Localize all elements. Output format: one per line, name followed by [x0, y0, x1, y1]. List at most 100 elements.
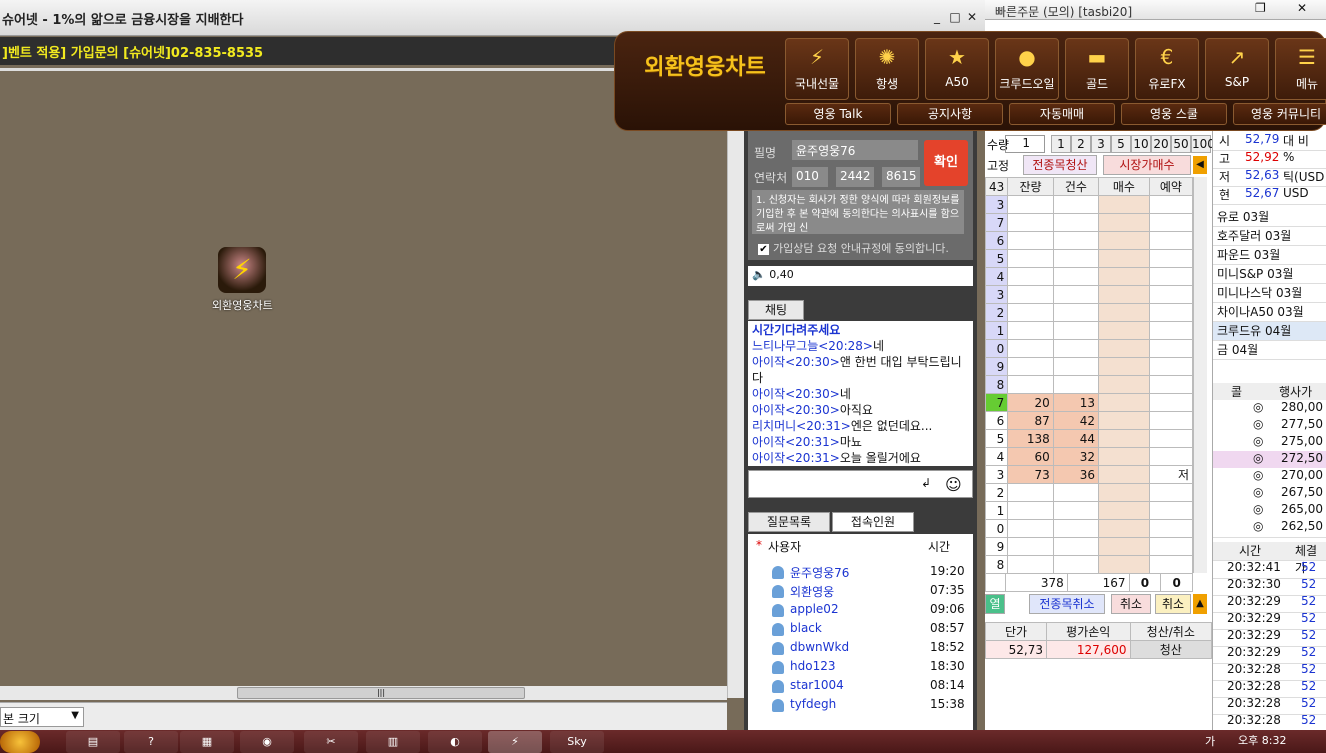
tab-users[interactable]: 접속인원	[832, 512, 914, 532]
phone-field-1[interactable]: 010	[792, 167, 828, 187]
help-icon[interactable]: ?	[124, 731, 178, 753]
explorer-icon[interactable]: ▤	[66, 731, 120, 753]
order-qty[interactable]: 138	[1007, 429, 1054, 448]
buy-cell[interactable]	[1097, 537, 1150, 556]
buy-cell[interactable]	[1097, 375, 1150, 394]
cancel-buy-button[interactable]: 취소	[1155, 594, 1191, 614]
qty-button[interactable]: 50	[1171, 135, 1191, 153]
buy-cell[interactable]	[1097, 501, 1150, 520]
qty-button[interactable]: 2	[1071, 135, 1091, 153]
buy-cell[interactable]	[1097, 285, 1150, 304]
order-qty[interactable]: 60	[1007, 447, 1054, 466]
order-qty[interactable]	[1007, 483, 1054, 502]
banner-button[interactable]: ☰ 메뉴	[1275, 38, 1326, 100]
reserve-cell[interactable]	[1148, 321, 1194, 340]
maximize-button[interactable]: □	[946, 8, 964, 26]
reserve-cell[interactable]	[1148, 267, 1194, 286]
order-qty[interactable]	[1007, 231, 1054, 250]
document-icon[interactable]: ▥	[366, 731, 420, 753]
option-row[interactable]: ◎ 262,50	[1213, 519, 1326, 538]
product-item[interactable]: 크루드유 04월	[1213, 322, 1326, 341]
app-folder-icon[interactable]: ▦	[180, 731, 234, 753]
order-qty[interactable]	[1007, 321, 1054, 340]
product-item[interactable]: 금 04월	[1213, 341, 1326, 360]
close-icon[interactable]: ✕	[1297, 1, 1307, 15]
order-qty[interactable]	[1007, 249, 1054, 268]
banner-button[interactable]: ★ A50	[925, 38, 989, 100]
qty-input[interactable]: 1	[1005, 135, 1045, 153]
close-button[interactable]: ✕	[963, 8, 981, 26]
order-scrollbar[interactable]	[1193, 177, 1207, 573]
reserve-cell[interactable]	[1148, 213, 1194, 232]
enter-icon[interactable]: ↲	[921, 476, 931, 490]
buy-cell[interactable]	[1097, 465, 1150, 484]
reserve-cell[interactable]	[1148, 483, 1194, 502]
desktop-shortcut[interactable]: ⚡ 외환영웅차트	[212, 247, 273, 319]
arrow-left-icon[interactable]: ◀	[1193, 156, 1207, 174]
banner-sub-button[interactable]: 자동매매	[1009, 103, 1115, 125]
buy-cell[interactable]	[1097, 339, 1150, 358]
buy-cell[interactable]	[1097, 195, 1150, 214]
order-qty[interactable]	[1007, 501, 1054, 520]
qty-button[interactable]: 3	[1091, 135, 1111, 153]
order-qty[interactable]: 20	[1007, 393, 1054, 412]
phone-field-3[interactable]: 8615	[882, 167, 920, 187]
buy-cell[interactable]	[1097, 411, 1150, 430]
tool-icon[interactable]: ✂	[304, 731, 358, 753]
banner-button[interactable]: ▬ 골드	[1065, 38, 1129, 100]
order-qty[interactable]	[1007, 375, 1054, 394]
order-qty[interactable]	[1007, 339, 1054, 358]
reserve-cell[interactable]	[1148, 393, 1194, 412]
buy-cell[interactable]	[1097, 321, 1150, 340]
zoom-select[interactable]: 본 크기 ▼	[0, 707, 84, 727]
user-row[interactable]: apple02 09:06	[748, 602, 973, 621]
reserve-cell[interactable]	[1148, 339, 1194, 358]
product-item[interactable]: 유로 03월	[1213, 208, 1326, 227]
product-item[interactable]: 차이나A50 03월	[1213, 303, 1326, 322]
banner-button[interactable]: ● 크루드오일	[995, 38, 1059, 100]
reserve-cell[interactable]	[1148, 519, 1194, 538]
buy-cell[interactable]	[1097, 231, 1150, 250]
reserve-cell[interactable]	[1148, 375, 1194, 394]
order-qty[interactable]: 73	[1007, 465, 1054, 484]
buy-cell[interactable]	[1097, 447, 1150, 466]
order-qty[interactable]	[1007, 267, 1054, 286]
reserve-cell[interactable]	[1148, 501, 1194, 520]
reserve-cell[interactable]	[1148, 411, 1194, 430]
product-item[interactable]: 미니나스닥 03월	[1213, 284, 1326, 303]
media-icon[interactable]: ◐	[428, 731, 482, 753]
reserve-cell[interactable]	[1148, 357, 1194, 376]
volume-bar[interactable]: 🔈 0,40	[748, 266, 973, 286]
order-qty[interactable]	[1007, 357, 1054, 376]
qty-button[interactable]: 20	[1151, 135, 1171, 153]
reserve-cell[interactable]	[1148, 537, 1194, 556]
reserve-cell[interactable]	[1148, 429, 1194, 448]
qty-button[interactable]: 100	[1191, 135, 1215, 153]
horizontal-scrollbar[interactable]: |||	[0, 686, 727, 700]
banner-button[interactable]: ✺ 항생	[855, 38, 919, 100]
buy-cell[interactable]	[1097, 555, 1150, 574]
reserve-cell[interactable]	[1148, 195, 1194, 214]
buy-cell[interactable]	[1097, 519, 1150, 538]
name-input[interactable]: 윤주영웅76	[792, 140, 918, 160]
user-row[interactable]: 윤주영웅76 19:20	[748, 564, 973, 583]
lang-indicator[interactable]: 가	[1205, 733, 1215, 749]
restore-icon[interactable]: ❐	[1255, 1, 1266, 15]
qty-button[interactable]: 5	[1111, 135, 1131, 153]
order-qty[interactable]	[1007, 213, 1054, 232]
browser-icon[interactable]: ◉	[240, 731, 294, 753]
clock[interactable]: 오후 8:32	[1238, 732, 1286, 748]
col-button[interactable]: 열	[985, 594, 1005, 614]
vertical-scrollbar[interactable]	[727, 68, 744, 698]
qty-button[interactable]: 10	[1131, 135, 1151, 153]
buy-cell[interactable]	[1097, 303, 1150, 322]
buy-cell[interactable]	[1097, 213, 1150, 232]
buy-cell[interactable]	[1097, 249, 1150, 268]
order-qty[interactable]	[1007, 195, 1054, 214]
buy-cell[interactable]	[1097, 393, 1150, 412]
tab-chat[interactable]: 채팅	[748, 300, 804, 320]
qty-button[interactable]: 1	[1051, 135, 1071, 153]
liquidate-button[interactable]: 청산	[1129, 640, 1213, 659]
order-qty[interactable]	[1007, 519, 1054, 538]
order-qty[interactable]	[1007, 555, 1054, 574]
